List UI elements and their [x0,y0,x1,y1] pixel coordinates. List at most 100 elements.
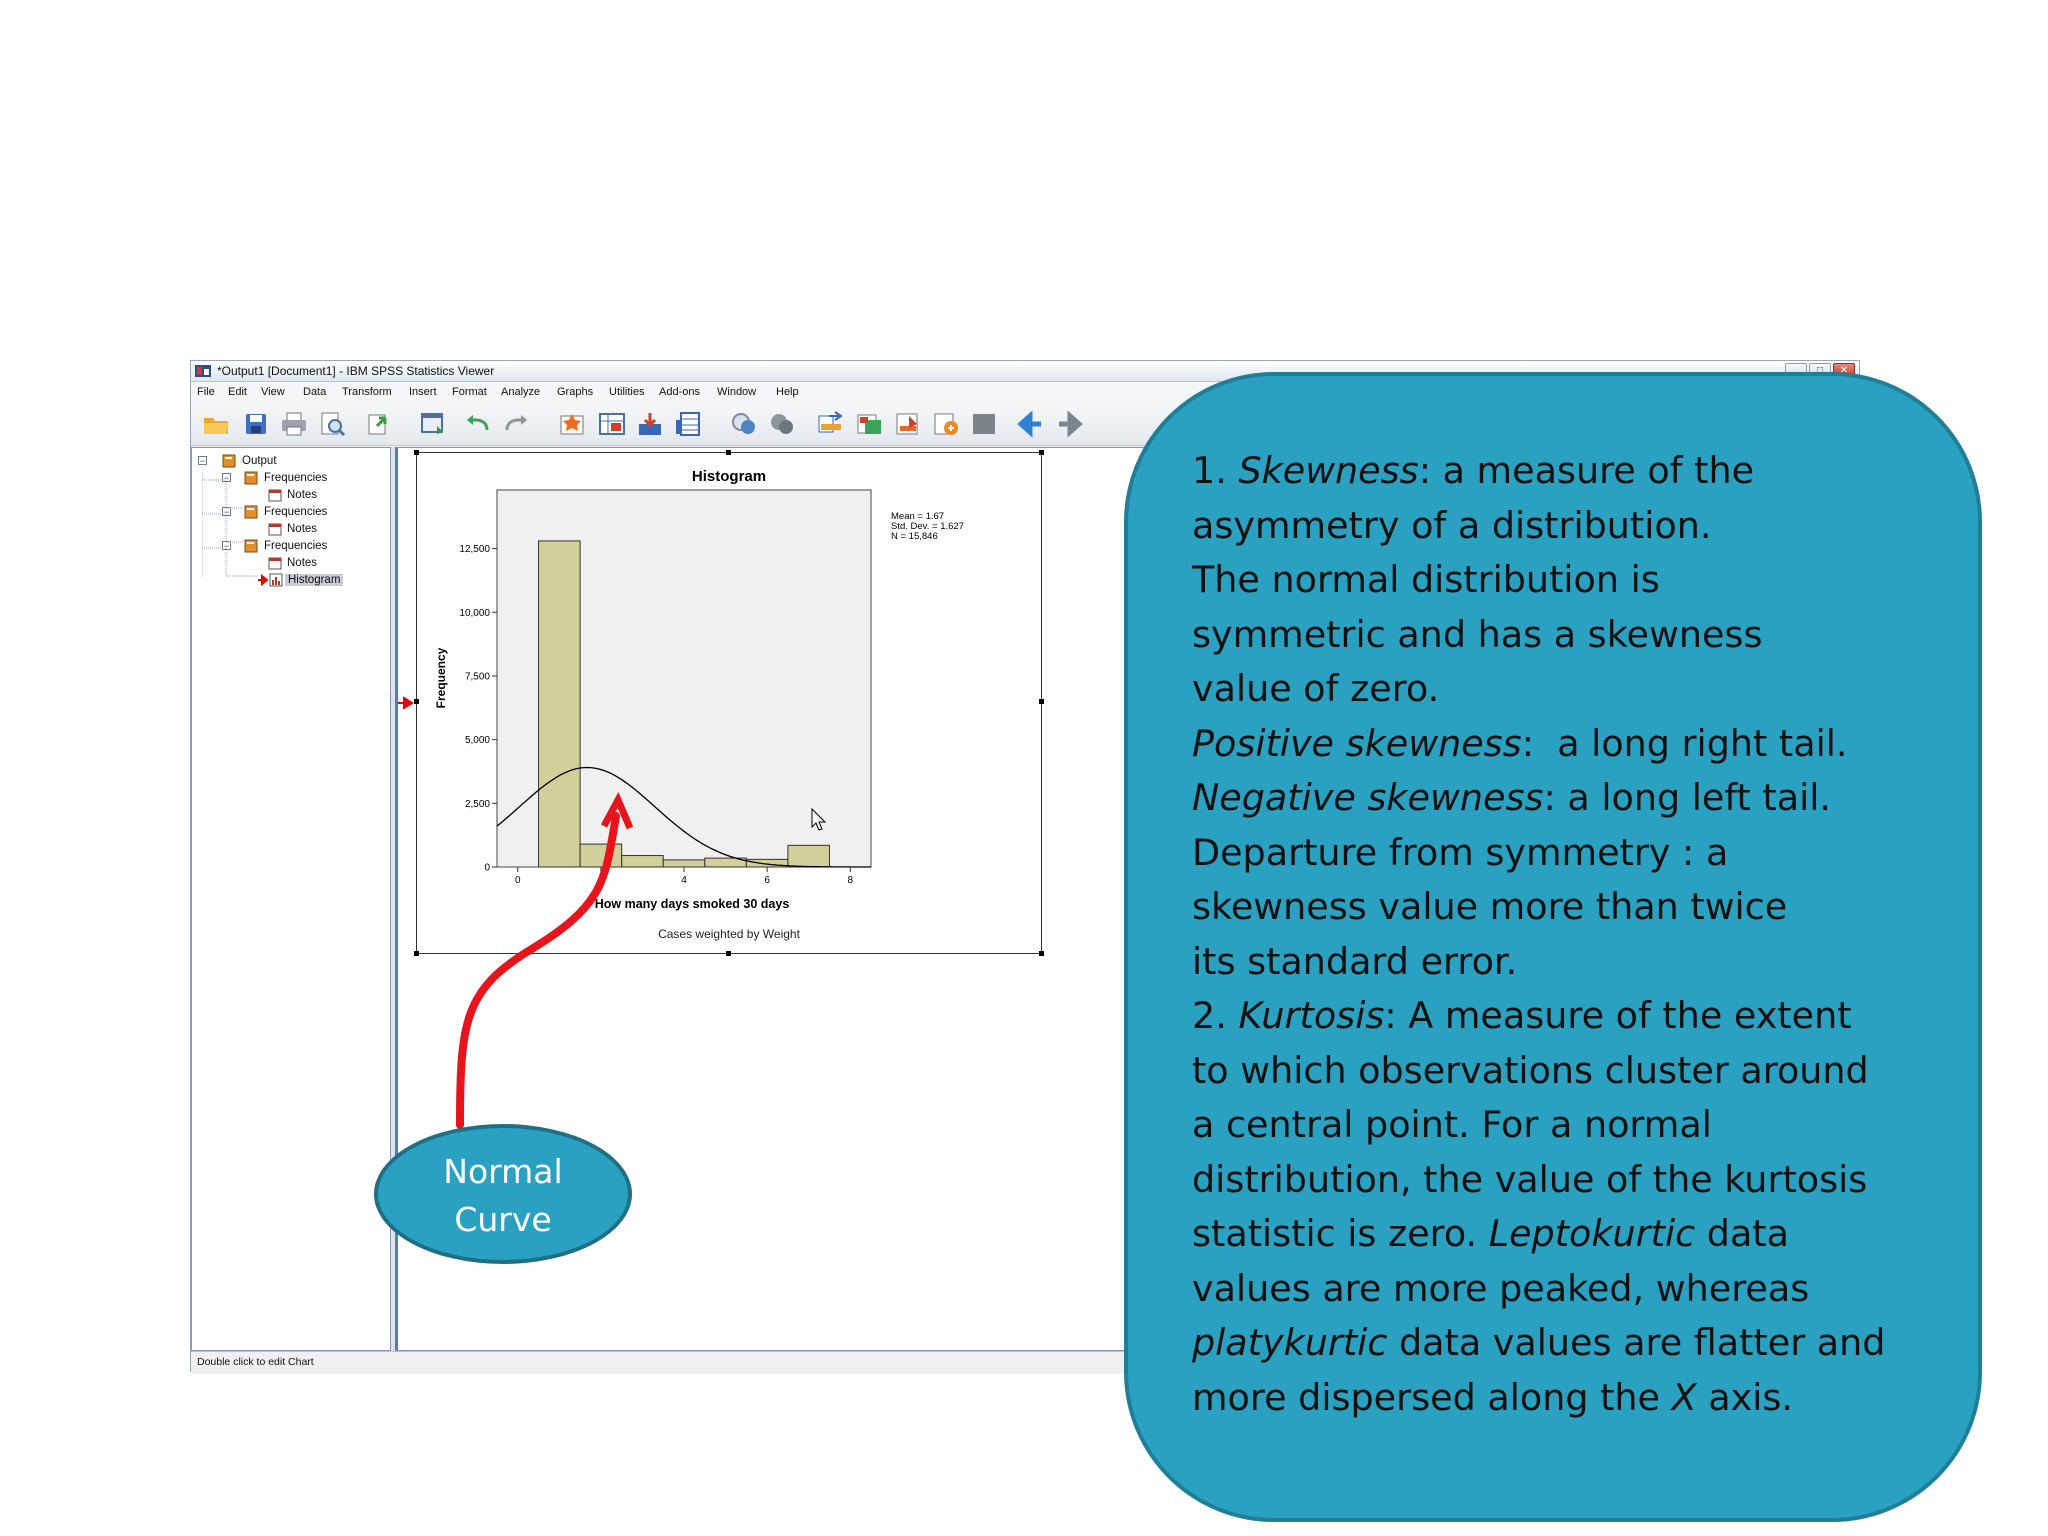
callout-text: 1. Skewness: a measure of the asymmetry … [1192,444,1952,1425]
back-icon[interactable] [1017,410,1047,438]
chart-footnote: Cases weighted by Weight [658,927,801,941]
callout-term: Negative skewness [1192,776,1544,819]
insert-title-icon[interactable] [931,410,961,438]
window-title: *Output1 [Document1] - IBM SPSS Statisti… [217,364,495,378]
menu-transform[interactable]: Transform [342,386,392,398]
menu-data[interactable]: Data [303,386,326,398]
callout-text-run: data values are flatter and [1387,1321,1886,1364]
menu-view[interactable]: View [261,386,285,398]
callout-line: skewness value more than twice [1192,885,1788,928]
x-tick-label: 4 [681,875,687,886]
menu-window[interactable]: Window [717,386,756,398]
menu-insert[interactable]: Insert [409,386,437,398]
resize-handle[interactable] [1039,450,1044,455]
save-icon[interactable] [241,410,271,438]
callout-term: Skewness [1238,449,1419,492]
callout-line: distribution, the value of the kurtosis [1192,1157,1868,1201]
callout-number: 1. [1192,449,1239,492]
y-tick-label: 5,000 [465,735,490,746]
open-icon[interactable] [201,410,231,438]
tree-item-label: Histogram [285,574,344,586]
tree-item-label: Frequencies [264,506,328,518]
callout-line: a central point. For a normal [1192,1103,1712,1146]
menu-help[interactable]: Help [776,386,799,398]
bubble-line-1: Normal [443,1152,563,1191]
goto-variable-icon[interactable] [597,410,627,438]
resize-handle[interactable] [726,951,731,956]
callout-term: platykurtic [1192,1321,1388,1364]
print-icon[interactable] [279,410,309,438]
callout-line: 2. Kurtosis: A measure of the extent [1192,989,1952,1044]
callout-line: to which observations cluster around [1192,1048,1869,1092]
menu-graphs[interactable]: Graphs [557,386,593,398]
menu-file[interactable]: File [197,386,215,398]
book-icon [222,454,236,468]
print-preview-icon[interactable] [317,410,347,438]
hide-icon[interactable] [767,410,797,438]
callout-term: X [1671,1375,1697,1419]
callout-term: Leptokurtic [1488,1212,1696,1255]
insert-text-icon[interactable] [969,410,999,438]
callout-line: The normal distribution is [1192,558,1660,601]
callout-line: Departure from symmetry : a [1192,830,1729,874]
goto-case-icon[interactable] [557,410,587,438]
callout-line: 1. Skewness: a measure of the [1192,444,1952,499]
callout-text-run: data [1695,1212,1789,1255]
bubble-line-2: Curve [454,1200,552,1239]
status-text: Double click to edit Chart [197,1356,314,1368]
resize-handle[interactable] [414,699,419,704]
tree-item-label: Notes [287,523,318,535]
tree-item-label: Frequencies [264,472,328,484]
callout-text-run: : a long left tail. [1543,776,1832,819]
callout-text-run: statistic is zero. [1192,1212,1489,1255]
x-tick-label: 8 [847,875,853,886]
callout-text-run: axis. [1696,1375,1793,1419]
callout-line: asymmetry of a distribution. [1192,503,1712,547]
resize-handle[interactable] [1039,951,1044,956]
insert-heading-icon[interactable] [893,410,923,438]
export-icon[interactable] [365,410,395,438]
resize-handle[interactable] [414,450,419,455]
designate-window-icon[interactable] [855,410,885,438]
data-editor-icon[interactable] [673,410,703,438]
menu-utilities[interactable]: Utilities [609,386,644,398]
callout-text-run: more dispersed along the [1192,1375,1672,1419]
resize-handle[interactable] [726,450,731,455]
recall-dialog-icon[interactable] [419,410,449,438]
annotation-arrow [456,791,634,1129]
callout-text-run: : a measure of the [1418,449,1755,492]
callout-term: Positive skewness [1192,721,1522,765]
resize-handle[interactable] [414,951,419,956]
forward-icon[interactable] [1053,410,1083,438]
collapse-icon[interactable]: − [198,456,207,466]
histogram-bar [662,859,706,868]
callout-line: its standard error. [1192,939,1518,983]
current-output-arrow-icon [398,696,414,710]
pivot-icon[interactable] [815,410,845,438]
menu-format[interactable]: Format [452,386,487,398]
histogram-bar [787,844,830,868]
normal-curve-bubble: Normal Curve [374,1124,632,1264]
callout-line: Positive skewness: a long right tail. [1192,717,1952,772]
variables-icon[interactable] [635,410,665,438]
chart-title: Histogram [692,468,766,485]
tree-item-label: Notes [287,557,318,569]
menu-analyze[interactable]: Analyze [501,386,540,398]
y-axis-label: Frequency [434,647,448,708]
menu-edit[interactable]: Edit [228,386,247,398]
callout-number: 2. [1192,994,1239,1037]
redo-icon[interactable] [501,410,531,438]
callout-text-run: : A measure of the extent [1384,994,1852,1037]
callout-line: Negative skewness: a long left tail. [1192,771,1952,826]
resize-handle[interactable] [1039,699,1044,704]
show-all-icon[interactable] [729,410,759,438]
y-tick-label: 12,500 [459,544,490,555]
callout-line: symmetric and has a skewness [1192,612,1763,656]
spss-app-icon [195,365,211,377]
outline-pane: − Output − Frequencies Notes − Frequenci… [191,447,391,1351]
x-tick-label: 6 [764,875,770,886]
menu-add-ons[interactable]: Add-ons [659,386,700,398]
undo-icon[interactable] [463,410,493,438]
callout-line: more dispersed along the X axis. [1192,1371,1952,1426]
definition-callout: 1. Skewness: a measure of the asymmetry … [1124,372,1982,1522]
